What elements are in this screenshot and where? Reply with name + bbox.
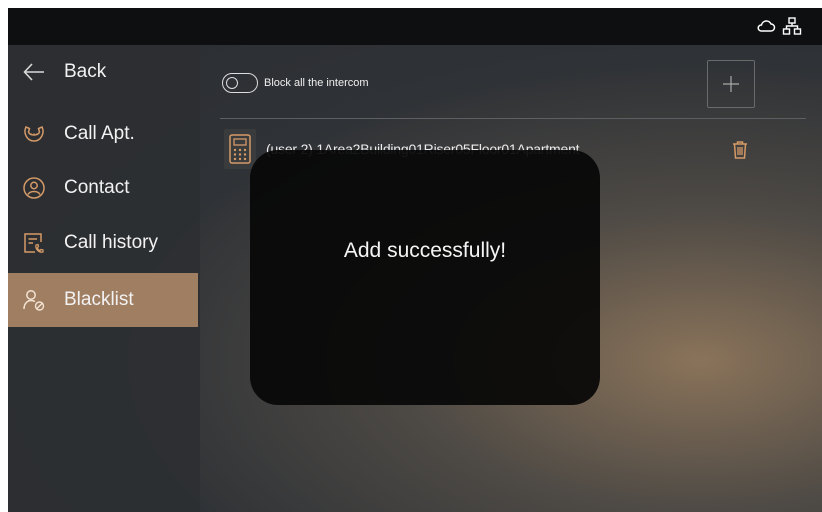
intercom-device-icon <box>224 129 256 169</box>
plus-icon <box>723 76 739 92</box>
call-history-icon <box>24 233 44 253</box>
sidebar-item-label: Blacklist <box>64 289 134 310</box>
sidebar-item-blacklist[interactable]: Blacklist <box>8 273 198 327</box>
add-button[interactable] <box>707 60 755 108</box>
toast-message: Add successfully! <box>343 239 507 262</box>
sidebar-item-label: Call Apt. <box>64 123 135 144</box>
status-bar <box>8 8 822 45</box>
back-button[interactable]: Back <box>8 45 198 99</box>
block-all-toggle[interactable] <box>222 73 258 93</box>
sidebar-item-label: Back <box>64 61 107 82</box>
block-all-label: Block all the intercom <box>264 77 369 89</box>
screen: Back Call Apt. Contact Call history Blac… <box>8 8 822 512</box>
contact-icon <box>23 177 45 199</box>
call-icon <box>24 126 44 142</box>
back-arrow-icon <box>23 63 44 81</box>
sidebar-item-label: Contact <box>64 177 130 198</box>
divider <box>220 118 806 119</box>
block-all-row: Block all the intercom <box>222 73 369 93</box>
sidebar-item-call-history[interactable]: Call history <box>8 216 198 270</box>
toggle-knob <box>226 76 238 89</box>
blacklist-panel: Block all the intercom (user 2) 1Area2Bu… <box>200 45 822 512</box>
sidebar: Back Call Apt. Contact Call history Blac… <box>8 45 200 512</box>
sidebar-item-call-apt[interactable]: Call Apt. <box>8 107 198 161</box>
sidebar-item-label: Call history <box>64 232 158 253</box>
toast-dialog: Add successfully! <box>250 150 600 405</box>
network-icon <box>782 17 802 35</box>
trash-icon[interactable] <box>732 141 748 159</box>
blacklist-icon <box>23 290 45 311</box>
cloud-icon <box>757 20 776 32</box>
sidebar-item-contact[interactable]: Contact <box>8 161 198 215</box>
